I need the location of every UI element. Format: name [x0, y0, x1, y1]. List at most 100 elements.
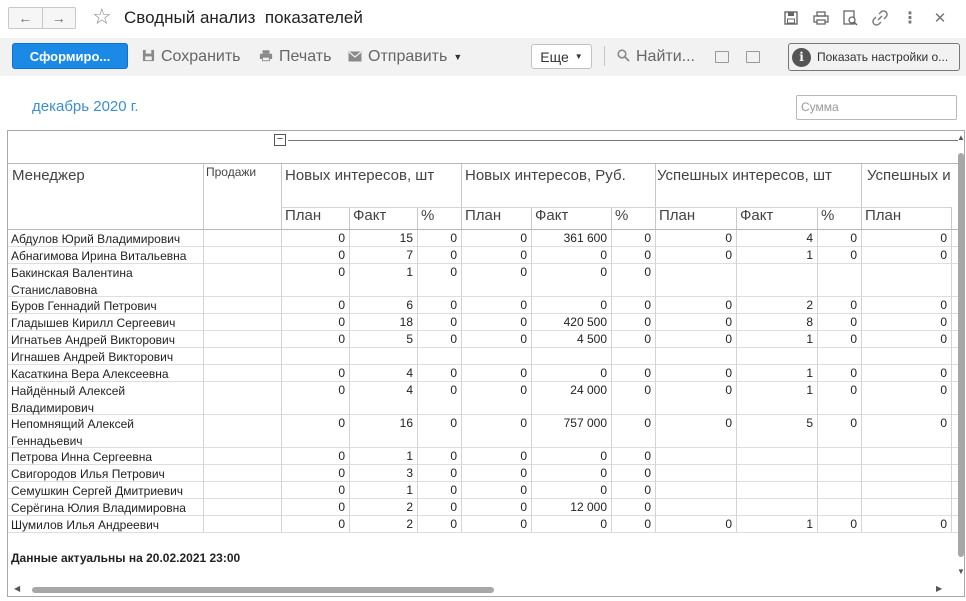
- preview-icon[interactable]: [841, 9, 859, 27]
- forward-arrow-icon[interactable]: →: [43, 8, 76, 28]
- value-cell[interactable]: 0: [861, 248, 947, 262]
- value-cell[interactable]: 0: [861, 383, 947, 397]
- value-cell[interactable]: 0: [655, 416, 732, 430]
- value-cell[interactable]: 0: [817, 517, 857, 531]
- value-cell[interactable]: 0: [655, 248, 732, 262]
- value-cell[interactable]: 0: [655, 366, 732, 380]
- value-cell[interactable]: 0: [817, 248, 857, 262]
- value-cell[interactable]: 4: [349, 366, 413, 380]
- value-cell[interactable]: 0: [611, 298, 651, 312]
- send-button[interactable]: Отправить ▼: [348, 48, 462, 66]
- value-cell[interactable]: 0: [611, 315, 651, 329]
- value-cell[interactable]: 4: [736, 231, 813, 245]
- value-cell[interactable]: 0: [461, 383, 527, 397]
- value-cell[interactable]: 0: [417, 483, 457, 497]
- value-cell[interactable]: 0: [417, 231, 457, 245]
- value-cell[interactable]: 0: [461, 500, 527, 514]
- more-vertical-icon[interactable]: ⋮: [901, 9, 919, 27]
- table-row[interactable]: Найдённый Алексей Владимирович 0 4 0 0 24 000…: [8, 382, 960, 415]
- value-cell[interactable]: 0: [281, 383, 345, 397]
- save-button[interactable]: Сохранить: [142, 48, 241, 66]
- value-cell[interactable]: 361 600: [531, 231, 607, 245]
- value-cell[interactable]: 0: [461, 416, 527, 430]
- value-cell[interactable]: 0: [281, 248, 345, 262]
- value-cell[interactable]: 0: [861, 416, 947, 430]
- value-cell[interactable]: 0: [611, 265, 651, 279]
- cancel-search-icon[interactable]: [746, 51, 760, 63]
- value-cell[interactable]: 15: [349, 231, 413, 245]
- value-cell[interactable]: 0: [611, 500, 651, 514]
- period-link[interactable]: декабрь 2020 г.: [32, 98, 139, 115]
- table-row[interactable]: Петрова Инна Сергеевна 0 1 0 0 0 0: [8, 448, 960, 465]
- value-cell[interactable]: 16: [349, 416, 413, 430]
- value-cell[interactable]: 0: [611, 248, 651, 262]
- value-cell[interactable]: 0: [817, 332, 857, 346]
- value-cell[interactable]: 0: [531, 466, 607, 480]
- value-cell[interactable]: 0: [461, 449, 527, 463]
- value-cell[interactable]: 0: [531, 449, 607, 463]
- vertical-scrollbar[interactable]: ▲ ▼: [956, 131, 964, 581]
- value-cell[interactable]: 0: [611, 466, 651, 480]
- value-cell[interactable]: 0: [281, 366, 345, 380]
- value-cell[interactable]: 0: [861, 366, 947, 380]
- value-cell[interactable]: 4 500: [531, 332, 607, 346]
- find-button[interactable]: Найти...: [617, 48, 695, 66]
- value-cell[interactable]: 18: [349, 315, 413, 329]
- save-disk-icon[interactable]: [782, 9, 800, 27]
- value-cell[interactable]: 757 000: [531, 416, 607, 430]
- value-cell[interactable]: 0: [461, 517, 527, 531]
- value-cell[interactable]: 0: [461, 366, 527, 380]
- value-cell[interactable]: 0: [281, 315, 345, 329]
- value-cell[interactable]: 0: [817, 366, 857, 380]
- value-cell[interactable]: 0: [417, 466, 457, 480]
- value-cell[interactable]: 1: [349, 483, 413, 497]
- value-cell[interactable]: 0: [281, 500, 345, 514]
- value-cell[interactable]: 2: [349, 500, 413, 514]
- report-spreadsheet[interactable]: − Менеджер Продажи Новых интересов, шт Н…: [7, 130, 965, 597]
- value-cell[interactable]: 0: [655, 315, 732, 329]
- table-row[interactable]: Гладышев Кирилл Сергеевич 0 18 0 0 420 500 0 0 8…: [8, 314, 960, 331]
- sum-field[interactable]: Сумма: [796, 95, 957, 120]
- value-cell[interactable]: 0: [655, 517, 732, 531]
- value-cell[interactable]: 0: [461, 315, 527, 329]
- value-cell[interactable]: 0: [655, 298, 732, 312]
- value-cell[interactable]: 0: [817, 383, 857, 397]
- value-cell[interactable]: 0: [281, 298, 345, 312]
- favorite-star-icon[interactable]: ☆: [92, 4, 112, 30]
- scroll-down-icon[interactable]: ▼: [957, 567, 964, 576]
- value-cell[interactable]: 0: [417, 366, 457, 380]
- value-cell[interactable]: 0: [861, 298, 947, 312]
- value-cell[interactable]: 0: [417, 517, 457, 531]
- value-cell[interactable]: 0: [417, 383, 457, 397]
- value-cell[interactable]: 1: [736, 383, 813, 397]
- value-cell[interactable]: 0: [817, 416, 857, 430]
- vertical-scroll-thumb[interactable]: [958, 153, 964, 557]
- table-row[interactable]: Игнатьев Андрей Викторович 0 5 0 0 4 500 0 0 1 0 0: [8, 331, 960, 348]
- table-row[interactable]: Шумилов Илья Андреевич 0 2 0 0 0 0 0 1 0 0: [8, 516, 960, 533]
- value-cell[interactable]: 0: [611, 383, 651, 397]
- value-cell[interactable]: 0: [531, 298, 607, 312]
- value-cell[interactable]: 0: [655, 332, 732, 346]
- value-cell[interactable]: 0: [281, 466, 345, 480]
- table-row[interactable]: Абнагимова Ирина Витальевна 0 7 0 0 0 0 0 1 0 0: [8, 247, 960, 264]
- value-cell[interactable]: 8: [736, 315, 813, 329]
- scroll-up-icon[interactable]: ▲: [957, 133, 964, 142]
- print-button[interactable]: Печать: [259, 48, 331, 66]
- value-cell[interactable]: 0: [531, 517, 607, 531]
- value-cell[interactable]: 0: [461, 298, 527, 312]
- value-cell[interactable]: 0: [461, 265, 527, 279]
- scroll-left-icon[interactable]: ◀: [14, 584, 20, 593]
- value-cell[interactable]: 3: [349, 466, 413, 480]
- value-cell[interactable]: 24 000: [531, 383, 607, 397]
- value-cell[interactable]: 0: [655, 383, 732, 397]
- value-cell[interactable]: 0: [417, 332, 457, 346]
- generate-button[interactable]: Сформиро...: [12, 43, 128, 69]
- value-cell[interactable]: 0: [281, 231, 345, 245]
- value-cell[interactable]: 0: [655, 231, 732, 245]
- value-cell[interactable]: 0: [817, 298, 857, 312]
- value-cell[interactable]: 1: [736, 332, 813, 346]
- value-cell[interactable]: 0: [417, 315, 457, 329]
- value-cell[interactable]: 1: [736, 517, 813, 531]
- table-row[interactable]: Игнашев Андрей Викторович: [8, 348, 960, 365]
- value-cell[interactable]: 5: [349, 332, 413, 346]
